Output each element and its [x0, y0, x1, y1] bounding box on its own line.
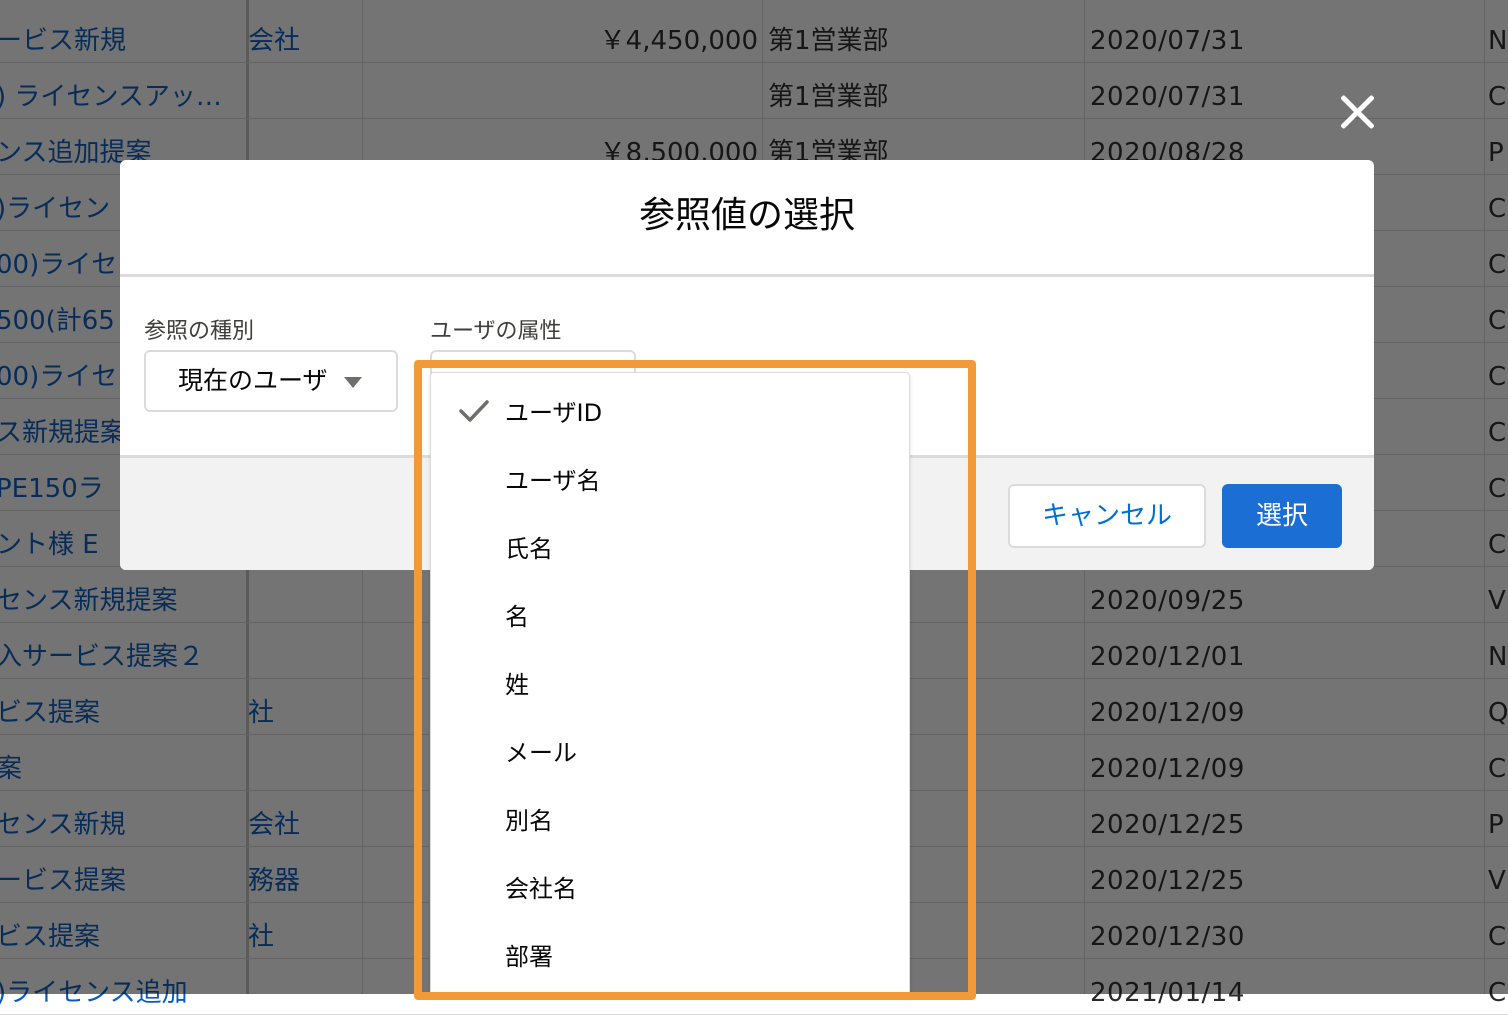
- reference-type-select[interactable]: 現在のユーザ: [144, 350, 398, 412]
- close-icon[interactable]: [1334, 88, 1382, 136]
- reference-type-value: 現在のユーザ: [178, 366, 328, 395]
- highlight-box: [414, 360, 976, 1000]
- select-button[interactable]: 選択: [1222, 484, 1342, 548]
- reference-type-label: 参照の種別: [144, 319, 255, 344]
- user-attribute-label: ユーザの属性: [430, 319, 562, 344]
- cancel-button[interactable]: キャンセル: [1008, 484, 1206, 548]
- chevron-down-icon: [344, 377, 362, 388]
- modal-header: 参照値の選択: [120, 160, 1374, 277]
- modal-title: 参照値の選択: [638, 195, 855, 236]
